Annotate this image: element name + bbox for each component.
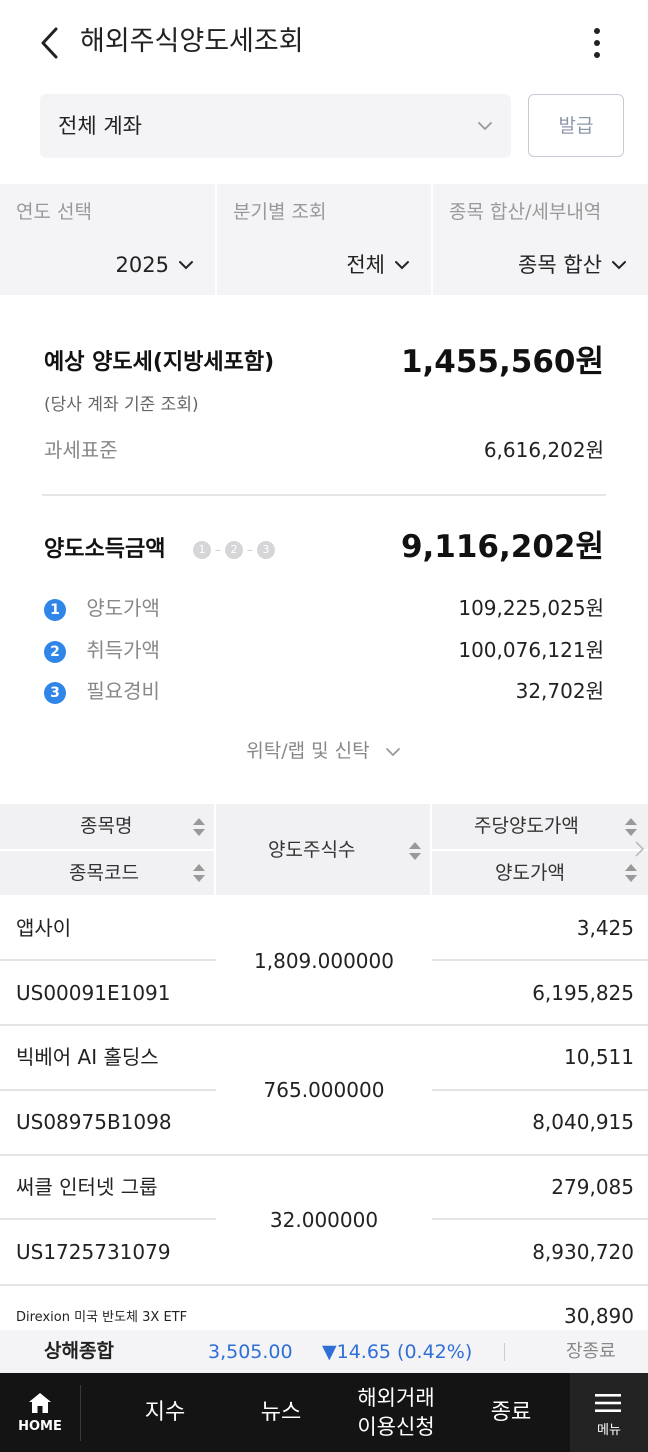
home-icon xyxy=(29,1393,51,1413)
number-badge: 2 xyxy=(44,640,66,663)
step-badge: 1 xyxy=(193,541,211,559)
ticker-name: 상해종합 xyxy=(44,1340,114,1362)
account-select[interactable]: 전체 계좌 xyxy=(40,94,511,158)
tax-base-label: 과세표준 xyxy=(44,438,118,462)
income-item-value: 32,702원 xyxy=(515,679,604,703)
chevron-down-icon xyxy=(612,261,626,270)
index-ticker[interactable]: 상해종합 3,505.00 ▼14.65 (0.42%) 장종료 xyxy=(0,1330,648,1373)
ticker-value: 3,505.00 xyxy=(208,1341,293,1363)
number-badge: 3 xyxy=(44,681,66,704)
nav-news[interactable]: 뉴스 xyxy=(226,1373,336,1452)
back-arrow-icon[interactable] xyxy=(36,24,66,62)
income-item-value: 109,225,025원 xyxy=(458,596,604,620)
filter-detail[interactable]: 종목 합산/세부내역 종목 합산 xyxy=(433,184,648,295)
income-value: 9,116,202원 xyxy=(400,529,604,565)
income-item-label: 양도가액 xyxy=(86,596,160,620)
transfer-amount: 8,930,720 xyxy=(532,1240,634,1264)
income-item: 1 양도가액 xyxy=(44,593,160,623)
filter-year-label: 연도 선택 xyxy=(16,201,92,223)
stock-name: 써클 인터넷 그룹 xyxy=(16,1175,158,1199)
divider xyxy=(42,494,606,496)
trust-toggle-label: 위탁/랩 및 신탁 xyxy=(246,740,370,762)
price-per-share: 279,085 xyxy=(551,1175,634,1199)
nav-home[interactable]: HOME xyxy=(0,1373,80,1452)
tax-note: (당사 계좌 기준 조회) xyxy=(44,395,199,415)
stock-name: 빅베어 AI 홀딩스 xyxy=(16,1045,159,1069)
chevron-down-icon xyxy=(478,122,492,131)
price-per-share: 3,425 xyxy=(576,916,634,940)
nav-menu-label: 메뉴 xyxy=(597,1423,621,1438)
header-amount[interactable]: 양도가액 xyxy=(495,859,565,887)
transfer-amount: 6,195,825 xyxy=(532,981,634,1005)
nav-home-label: HOME xyxy=(18,1419,62,1434)
share-qty: 1,809.000000 xyxy=(254,949,394,973)
share-qty: 765.000000 xyxy=(263,1078,385,1102)
step-badge: 3 xyxy=(257,541,275,559)
stock-code: US08975B1098 xyxy=(16,1110,172,1134)
tax-value: 1,455,560원 xyxy=(400,344,604,380)
nav-overseas-apply[interactable]: 해외거래 이용신청 xyxy=(336,1373,456,1452)
header-code[interactable]: 종목코드 xyxy=(69,859,139,887)
header-qty[interactable]: 양도주식수 xyxy=(268,836,355,864)
trust-toggle[interactable]: 위탁/랩 및 신탁 xyxy=(0,736,648,766)
header-name[interactable]: 종목명 xyxy=(80,812,132,840)
chevron-down-icon xyxy=(385,747,400,756)
nav-index[interactable]: 지수 xyxy=(110,1373,220,1452)
sort-icon[interactable] xyxy=(192,862,206,884)
sort-icon[interactable] xyxy=(192,816,206,838)
income-item: 2 취득가액 xyxy=(44,635,160,665)
header: 해외주식양도세조회 xyxy=(0,0,648,86)
income-steps: 1 – 2 – 3 xyxy=(193,541,275,559)
filter-detail-value: 종목 합산 xyxy=(518,253,602,277)
income-item-label: 필요경비 xyxy=(86,679,160,703)
income-item: 3 필요경비 xyxy=(44,676,160,706)
filter-bar: 연도 선택 2025 분기별 조회 전체 종목 합산/세부내역 종목 합산 xyxy=(0,184,648,295)
income-item-value: 100,076,121원 xyxy=(458,638,604,662)
chevron-right-icon[interactable] xyxy=(633,838,645,860)
chevron-down-icon xyxy=(395,261,409,270)
filter-year-value: 2025 xyxy=(115,253,169,277)
filter-year[interactable]: 연도 선택 2025 xyxy=(0,184,215,295)
stock-name: 앱사이 xyxy=(16,916,72,940)
stock-code: US1725731079 xyxy=(16,1240,171,1264)
more-vertical-icon[interactable] xyxy=(582,24,612,62)
sort-icon[interactable] xyxy=(408,840,422,862)
stock-code: US00091E1091 xyxy=(16,981,171,1005)
price-per-share: 30,890 xyxy=(564,1304,634,1328)
income-item-label: 취득가액 xyxy=(86,638,160,662)
bottom-nav: HOME 지수 뉴스 해외거래 이용신청 종료 메뉴 xyxy=(0,1373,648,1452)
account-select-value: 전체 계좌 xyxy=(58,114,142,138)
step-badge: 2 xyxy=(225,541,243,559)
page-title: 해외주식양도세조회 xyxy=(80,26,304,57)
filter-detail-label: 종목 합산/세부내역 xyxy=(449,201,602,223)
nav-exit[interactable]: 종료 xyxy=(456,1373,566,1452)
number-badge: 1 xyxy=(44,598,66,621)
price-per-share: 10,511 xyxy=(564,1045,634,1069)
ticker-change: ▼14.65 (0.42%) xyxy=(322,1341,473,1363)
header-price[interactable]: 주당양도가액 xyxy=(474,812,579,840)
sort-icon[interactable] xyxy=(624,816,638,838)
hamburger-menu-icon xyxy=(595,1394,621,1412)
filter-quarter-label: 분기별 조회 xyxy=(233,201,327,223)
transfer-amount: 8,040,915 xyxy=(532,1110,634,1134)
chevron-down-icon xyxy=(179,261,193,270)
table-header: 종목명 종목코드 양도주식수 주당양도가액 양도가액 xyxy=(0,804,648,895)
income-title: 양도소득금액 xyxy=(44,537,166,562)
tax-base-value: 6,616,202원 xyxy=(483,438,604,462)
issue-button[interactable]: 발급 xyxy=(528,94,624,157)
filter-quarter-value: 전체 xyxy=(346,253,385,277)
tax-title: 예상 양도세(지방세포함) xyxy=(44,350,275,375)
stock-name: Direxion 미국 반도체 3X ETF xyxy=(16,1310,188,1325)
sort-icon[interactable] xyxy=(624,862,638,884)
nav-menu[interactable]: 메뉴 xyxy=(570,1373,648,1452)
market-status: 장종료 xyxy=(566,1341,616,1362)
share-qty: 32.000000 xyxy=(269,1208,379,1232)
filter-quarter[interactable]: 분기별 조회 전체 xyxy=(217,184,431,295)
